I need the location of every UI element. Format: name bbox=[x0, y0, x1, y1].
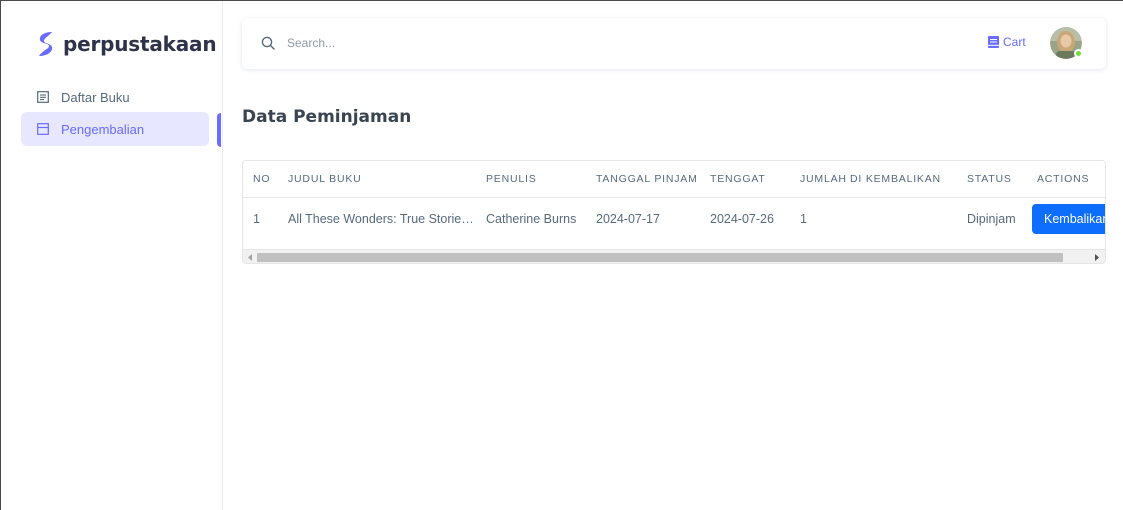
scroll-left-arrow[interactable] bbox=[245, 252, 255, 262]
logo-icon bbox=[39, 32, 53, 56]
table-row: 1 All These Wonders: True Stories About … bbox=[243, 197, 1105, 241]
return-box-icon bbox=[37, 123, 49, 135]
cell-no: 1 bbox=[253, 212, 260, 227]
column-header-tanggal-pinjam: Tanggal Pinjam bbox=[586, 161, 700, 198]
cell-judul-buku: All These Wonders: True Stories About Fa… bbox=[288, 212, 476, 227]
column-header-judul-buku: Judul Buku bbox=[278, 161, 476, 198]
online-status-dot bbox=[1074, 49, 1083, 58]
column-header-no: No bbox=[243, 161, 278, 198]
search-icon bbox=[261, 36, 275, 50]
search-input[interactable] bbox=[287, 31, 647, 55]
cart-link[interactable]: Cart bbox=[988, 35, 1026, 49]
cell-penulis: Catherine Burns bbox=[486, 212, 577, 227]
column-header-status: Status bbox=[957, 161, 1027, 198]
caret-right-icon bbox=[1094, 253, 1099, 261]
table-header-row: No Judul Buku Penulis Tanggal Pinjam Ten… bbox=[243, 161, 1105, 198]
column-header-jumlah: Jumlah bbox=[790, 161, 846, 198]
kembalikan-button[interactable]: Kembalikan bbox=[1032, 204, 1105, 235]
sidebar-item-label: Daftar Buku bbox=[61, 89, 130, 105]
cell-tanggal-pinjam: 2024-07-17 bbox=[596, 212, 660, 227]
cell-tenggat: 2024-07-26 bbox=[710, 212, 774, 227]
column-header-tenggat: Tenggat bbox=[700, 161, 790, 198]
sidebar: perpustakaan Daftar Buku Pengembalian bbox=[1, 1, 223, 510]
page-title: Data Peminjaman bbox=[242, 107, 412, 127]
table-horizontal-scrollbar[interactable] bbox=[243, 249, 1105, 263]
cell-jumlah: 1 bbox=[800, 212, 807, 227]
sidebar-item-label: Pengembalian bbox=[61, 121, 145, 137]
cell-actions: Kembalikan bbox=[1027, 197, 1105, 241]
cart-label: Cart bbox=[1003, 35, 1026, 49]
scroll-right-arrow[interactable] bbox=[1091, 252, 1101, 262]
cell-di-kembalikan bbox=[840, 197, 957, 241]
brand-logo[interactable]: perpustakaan bbox=[37, 31, 217, 57]
loans-table-card: No Judul Buku Penulis Tanggal Pinjam Ten… bbox=[242, 160, 1106, 264]
column-header-actions: Actions bbox=[1027, 161, 1105, 198]
scroll-thumb[interactable] bbox=[257, 253, 1063, 262]
active-nav-marker bbox=[217, 113, 221, 147]
caret-left-icon bbox=[247, 253, 252, 261]
user-avatar[interactable] bbox=[1050, 27, 1083, 59]
table-viewport: No Judul Buku Penulis Tanggal Pinjam Ten… bbox=[243, 161, 1105, 249]
column-header-di-kembalikan: Di Kembalikan bbox=[840, 161, 957, 198]
cell-status: Dipinjam bbox=[967, 212, 1016, 227]
sidebar-item-pengembalian[interactable]: Pengembalian bbox=[21, 112, 209, 146]
sidebar-item-daftar-buku[interactable]: Daftar Buku bbox=[21, 80, 209, 114]
column-header-penulis: Penulis bbox=[476, 161, 586, 198]
book-list-icon bbox=[37, 91, 49, 103]
cart-icon bbox=[988, 36, 999, 48]
loans-table: No Judul Buku Penulis Tanggal Pinjam Ten… bbox=[243, 161, 1105, 241]
top-navbar: Cart bbox=[242, 18, 1106, 69]
brand-name: perpustakaan bbox=[63, 32, 217, 56]
